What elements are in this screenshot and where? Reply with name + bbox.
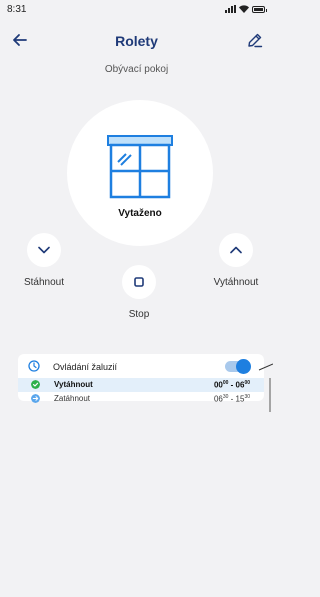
schedule-row[interactable]: Zatáhnout 0630 - 1530: [18, 392, 264, 406]
clock-icon: [28, 360, 40, 372]
schedule-row-name: Vytáhnout: [54, 380, 93, 389]
edit-pencil-icon[interactable]: [246, 31, 264, 49]
blind-schedule-card: Ovládání žaluzií Vytáhnout 0000 - 0600 Z…: [18, 354, 264, 404]
blind-down-button[interactable]: [27, 233, 61, 267]
blind-stop-button[interactable]: [122, 265, 156, 299]
battery-icon: [252, 6, 267, 13]
schedule-row[interactable]: Vytáhnout 0000 - 0600: [18, 378, 264, 392]
chevron-up-icon: [230, 246, 242, 254]
check-circle-icon: [31, 380, 40, 389]
schedule-title: Ovládání žaluzií: [53, 362, 118, 372]
status-icons: [225, 5, 267, 13]
blind-up-label: Vytáhnout: [213, 277, 259, 288]
schedule-header: Ovládání žaluzií: [18, 354, 264, 377]
schedule-row-time: 0000 - 0600: [213, 380, 250, 390]
chevron-down-icon: [38, 246, 50, 254]
blind-state-label: Vytaženo: [118, 208, 162, 219]
arrow-circle-icon: [31, 394, 40, 403]
toggle-knob: [236, 359, 251, 374]
schedule-row-name: Zatáhnout: [54, 394, 91, 403]
signal-icon: [225, 5, 236, 13]
wifi-icon: [239, 5, 249, 13]
blind-stop-label: Stop: [128, 309, 150, 320]
blind-status-panel: Vytaženo: [67, 100, 213, 246]
schedule-toggle[interactable]: [225, 359, 251, 374]
schedule-row-time: 0630 - 1530: [213, 394, 250, 404]
pointer-annotation: [258, 363, 273, 412]
status-time: 8:31: [7, 4, 27, 15]
page-title: Rolety: [115, 33, 158, 49]
window-blind-icon: [107, 135, 173, 199]
status-bar: 8:31: [0, 0, 273, 20]
room-subtitle: Obývací pokoj: [104, 64, 169, 75]
stop-square-icon: [134, 277, 144, 287]
blind-up-button[interactable]: [219, 233, 253, 267]
blind-down-label: Stáhnout: [23, 277, 65, 288]
